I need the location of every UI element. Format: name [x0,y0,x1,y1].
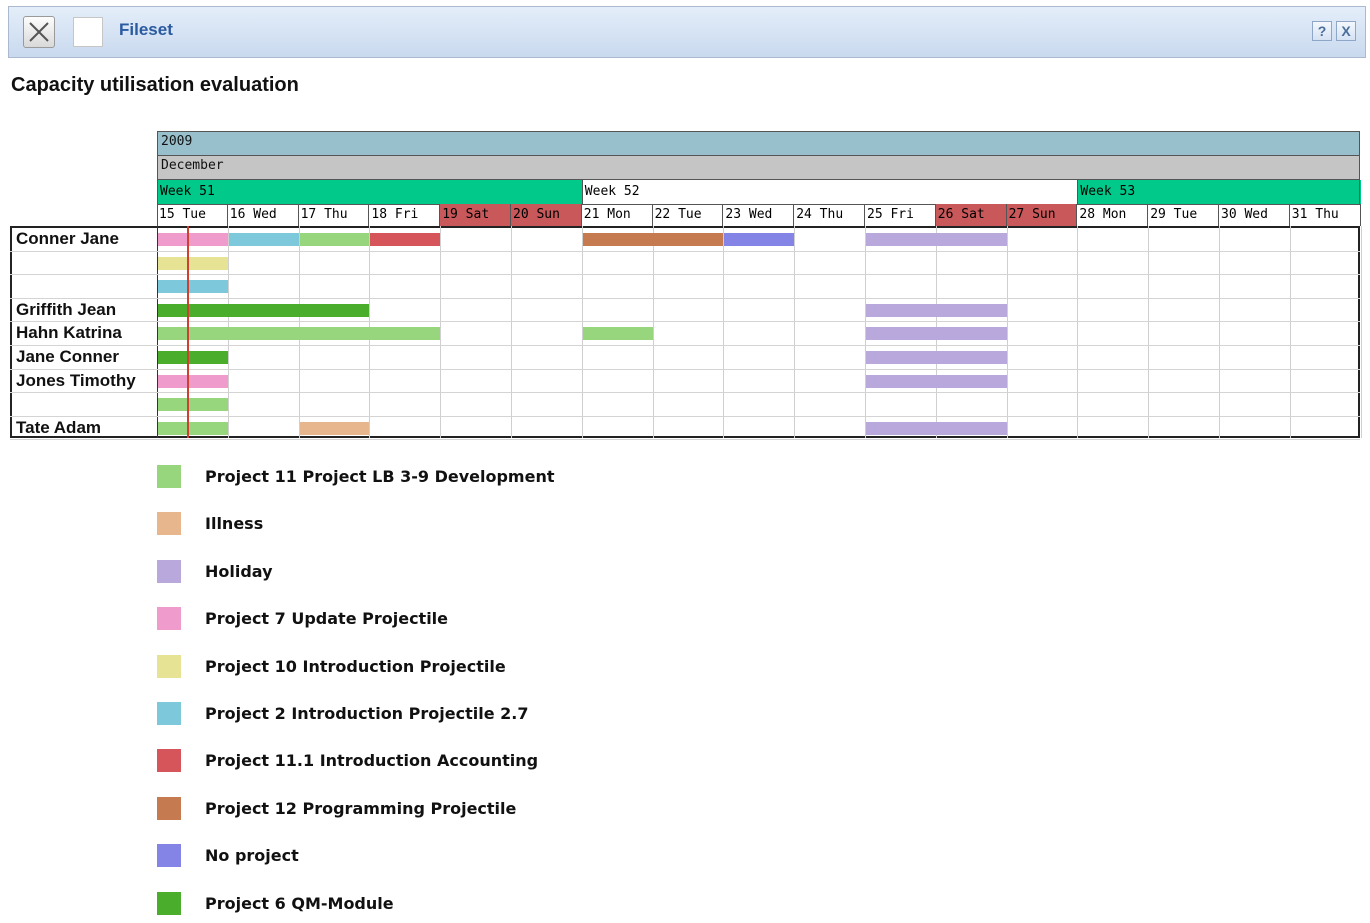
legend-swatch [157,512,181,536]
booking-bar-p6[interactable] [158,351,228,364]
close-button[interactable]: X [1336,21,1356,41]
booking-bar-p11[interactable] [158,398,228,412]
booking-bar-p10[interactable] [158,256,228,270]
row-label: Tate Adam [16,417,102,437]
row-label: Conner Jane [16,229,119,248]
booking-bar-holiday[interactable] [866,351,1007,364]
booking-bar-holiday[interactable] [866,374,1007,388]
grid-column-line [652,226,654,438]
day-29-tue: 29 Tue [1148,204,1219,226]
booking-bar-none[interactable] [724,233,795,246]
day-19-sat: 19 Sat [440,204,511,226]
day-16-wed: 16 Wed [228,204,299,226]
booking-bar-holiday[interactable] [866,421,1007,435]
booking-bar-p111[interactable] [370,233,441,246]
week-1: Week 52 [581,180,1078,204]
grid-column-line [723,226,725,438]
row-label: Hahn Katrina [16,323,122,343]
grid-column-line [440,226,442,438]
page-title: Capacity utilisation evaluation [11,74,299,96]
legend-label: Project 7 Update Projectile [205,609,449,629]
booking-bar-p2[interactable] [158,280,228,294]
day-22-tue: 22 Tue [653,204,724,226]
grid-column-line [1360,226,1362,438]
grid-column-line [1219,226,1220,438]
legend-label: Holiday [205,561,273,581]
legend-label: Project 6 QM-Module [205,893,394,913]
booking-bar-holiday[interactable] [866,327,1007,341]
week-0: Week 51 [157,180,582,204]
checkbox[interactable] [73,17,103,47]
help-button[interactable]: ? [1312,21,1332,41]
grid-row-line [10,345,1360,346]
day-28-mon: 28 Mon [1077,204,1149,226]
close-icon[interactable] [23,16,55,48]
row-label: Griffith Jean [16,299,117,319]
grid-column-line [1148,226,1150,438]
booking-bar-p6[interactable] [158,303,370,317]
legend-swatch [157,891,181,915]
day-30-wed: 30 Wed [1219,204,1290,226]
day-18-fri: 18 Fri [369,204,441,226]
booking-bar-p12[interactable] [582,233,724,246]
legend-swatch [157,654,181,678]
booking-bar-holiday[interactable] [866,233,1007,246]
grid-column-line [794,226,796,438]
booking-bar-p11[interactable] [158,421,228,435]
legend-label: Project 12 Programming Projectile [205,798,517,818]
grid-column-line [1077,226,1079,438]
day-17-thu: 17 Thu [299,204,370,226]
legend-swatch [157,607,181,631]
booking-bar-p2[interactable] [228,233,299,246]
day-23-wed: 23 Wed [723,204,795,226]
grid-column-line [1289,226,1291,438]
legend-swatch [157,702,181,725]
day-24-thu: 24 Thu [794,204,865,226]
day-15-tue: 15 Tue [157,204,228,226]
day-20-sun: 20 Sun [511,204,582,226]
legend-label: Project 11.1 Introduction Accounting [205,751,539,771]
booking-bar-p11[interactable] [158,327,441,341]
legend-swatch [157,559,181,583]
day-27-sun: 27 Sun [1006,204,1078,226]
booking-bar-holiday[interactable] [866,303,1007,317]
grid-row-line [10,392,1360,394]
legend-swatch [157,844,181,868]
legend-swatch [157,749,181,773]
legend-label: Project 10 Introduction Projectile [205,656,506,676]
week-2: Week 53 [1077,180,1361,204]
booking-bar-illness[interactable] [299,421,370,435]
grid-row-line [10,415,1360,417]
month-header: December [157,155,1360,180]
year-header: 2009 [157,131,1360,156]
grid-row-line [10,250,1360,252]
grid-row-line [10,439,1360,441]
grid-row-line [10,368,1360,370]
booking-bar-p11[interactable] [299,233,370,246]
day-25-fri: 25 Fri [865,204,936,226]
window-title: Fileset [119,20,173,39]
grid-column-line [511,226,512,438]
legend-label: Project 2 Introduction Projectile 2.7 [205,704,529,723]
booking-bar-p7[interactable] [158,374,228,388]
window-titlebar: Fileset ? X [8,6,1366,58]
day-21-mon: 21 Mon [582,204,653,226]
grid-row-line [10,321,1360,323]
today-line [187,226,189,438]
grid-row-line [10,297,1360,299]
legend-label: No project [205,846,299,866]
grid-row-line [10,274,1360,276]
day-26-sat: 26 Sat [935,204,1007,226]
day-31-thu: 31 Thu [1290,204,1361,226]
row-label: Jane Conner [16,347,119,366]
legend-swatch [157,465,181,488]
grid-column-line [1006,226,1008,438]
booking-bar-p11[interactable] [582,327,653,341]
legend-swatch [157,796,181,820]
booking-bar-p7[interactable] [158,233,228,246]
legend-label: Illness [205,514,264,534]
row-label: Jones Timothy [16,370,136,390]
legend-label: Project 11 Project LB 3-9 Development [205,467,555,486]
